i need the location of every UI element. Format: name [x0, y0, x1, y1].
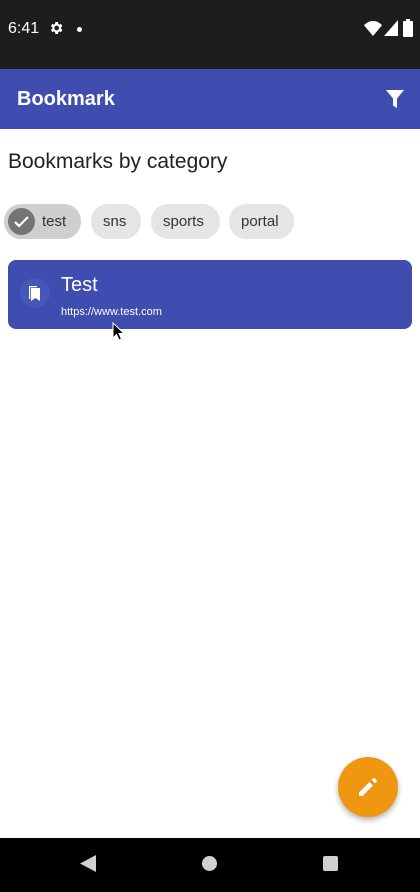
filter-button[interactable] [380, 84, 410, 114]
chip-label: portal [241, 213, 279, 230]
mouse-cursor-icon [112, 322, 124, 341]
back-icon[interactable] [80, 855, 96, 872]
signal-icon [384, 20, 398, 36]
filter-icon [386, 90, 404, 108]
home-icon[interactable] [202, 856, 217, 871]
battery-icon [403, 19, 413, 37]
gear-icon [50, 22, 63, 34]
bookmark-title: Test [61, 274, 98, 296]
bookmarks-icon [20, 278, 50, 308]
status-bar: 6:41 [0, 0, 420, 69]
status-time: 6:41 [8, 20, 40, 37]
notification-dot-icon [77, 27, 82, 32]
app-title: Bookmark [17, 88, 115, 110]
pencil-icon [359, 778, 377, 796]
chip-label: sports [163, 213, 204, 230]
app-bar: Bookmark [0, 69, 420, 129]
chip-label: sns [103, 213, 127, 230]
bookmark-url: https://www.test.com [61, 306, 162, 318]
chip-test[interactable]: test [4, 204, 81, 239]
wifi-icon [364, 21, 382, 36]
chip-portal[interactable]: portal [229, 204, 294, 239]
section-title: Bookmarks by category [8, 150, 228, 173]
chip-sports[interactable]: sports [151, 204, 220, 239]
edit-fab-button[interactable] [338, 757, 398, 817]
recents-icon[interactable] [323, 856, 338, 871]
chip-label: test [42, 213, 67, 230]
bookmark-card[interactable]: Test https://www.test.com [8, 260, 412, 329]
check-icon [8, 208, 35, 235]
chip-sns[interactable]: sns [91, 204, 141, 239]
